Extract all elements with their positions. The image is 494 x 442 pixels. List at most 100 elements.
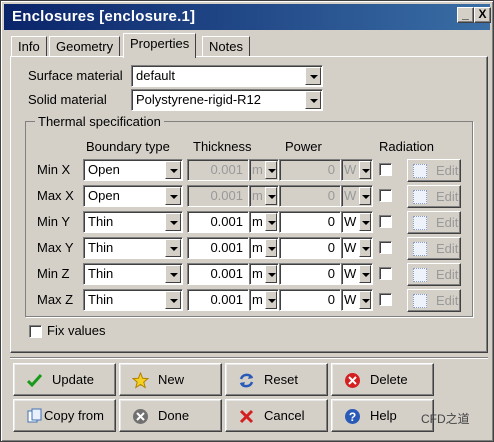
boundary-type-select[interactable]: Thin xyxy=(83,289,183,311)
power-input[interactable]: 0 xyxy=(279,159,341,181)
thickness-input[interactable]: 0.001 xyxy=(187,263,249,285)
tab-properties[interactable]: Properties xyxy=(123,33,197,58)
copy-from-button[interactable]: Copy from xyxy=(13,399,116,432)
solid-material-select[interactable]: Polystyrene-rigid-R12 xyxy=(131,89,323,111)
power-input[interactable]: 0 xyxy=(279,289,341,311)
chevron-down-icon xyxy=(265,213,277,231)
surface-material-select[interactable]: default xyxy=(131,65,323,87)
power-input[interactable]: 0 xyxy=(279,185,341,207)
radiation-checkbox[interactable] xyxy=(379,267,392,280)
thickness-input[interactable]: 0.001 xyxy=(187,289,249,311)
help-icon: ? xyxy=(345,409,360,424)
edit-icon xyxy=(413,190,427,204)
power-input[interactable]: 0 xyxy=(279,237,341,259)
tab-notes[interactable]: Notes xyxy=(202,36,250,57)
power-unit-select[interactable]: W xyxy=(341,211,373,233)
row-label: Min Y xyxy=(37,214,70,229)
edit-icon xyxy=(413,242,427,256)
thickness-input[interactable]: 0.001 xyxy=(187,185,249,207)
power-unit-select[interactable]: W xyxy=(341,237,373,259)
chevron-down-icon xyxy=(305,67,321,85)
radiation-edit-button[interactable]: Edit xyxy=(407,211,461,234)
thickness-input[interactable]: 0.001 xyxy=(187,159,249,181)
boundary-type-select[interactable]: Thin xyxy=(83,263,183,285)
thickness-input[interactable]: 0.001 xyxy=(187,237,249,259)
radiation-edit-button[interactable]: Edit xyxy=(407,237,461,260)
radiation-checkbox[interactable] xyxy=(379,241,392,254)
chevron-down-icon xyxy=(359,265,371,283)
chevron-down-icon xyxy=(165,161,181,179)
chevron-down-icon xyxy=(165,239,181,257)
chevron-down-icon xyxy=(359,187,371,205)
thickness-unit-select[interactable]: m xyxy=(249,211,279,233)
radiation-edit-button[interactable]: Edit xyxy=(407,263,461,286)
done-icon xyxy=(133,409,148,424)
star-icon xyxy=(132,372,149,389)
delete-icon xyxy=(345,373,360,388)
radiation-edit-button[interactable]: Edit xyxy=(407,185,461,208)
svg-text:?: ? xyxy=(349,410,356,424)
chevron-down-icon xyxy=(359,161,371,179)
thickness-input[interactable]: 0.001 xyxy=(187,211,249,233)
boundary-type-select[interactable]: Open xyxy=(83,185,183,207)
chevron-down-icon xyxy=(165,213,181,231)
radiation-checkbox[interactable] xyxy=(379,163,392,176)
divider xyxy=(10,357,488,359)
boundary-type-select[interactable]: Thin xyxy=(83,237,183,259)
radiation-checkbox[interactable] xyxy=(379,293,392,306)
checkmark-icon xyxy=(26,373,43,388)
radiation-header: Radiation xyxy=(379,139,434,154)
edit-icon xyxy=(413,294,427,308)
chevron-down-icon xyxy=(265,239,277,257)
power-input[interactable]: 0 xyxy=(279,211,341,233)
title-bar[interactable]: Enclosures [enclosure.1] xyxy=(4,4,490,30)
chevron-down-icon xyxy=(265,291,277,309)
thickness-unit-select[interactable]: m xyxy=(249,185,279,207)
power-unit-select[interactable]: W xyxy=(341,159,373,181)
thermal-specification-label: Thermal specification xyxy=(35,114,164,129)
power-unit-select[interactable]: W xyxy=(341,185,373,207)
tab-info[interactable]: Info xyxy=(11,36,47,57)
radiation-checkbox[interactable] xyxy=(379,189,392,202)
fix-values-label: Fix values xyxy=(47,323,106,338)
thickness-unit-select[interactable]: m xyxy=(249,263,279,285)
delete-button[interactable]: Delete xyxy=(331,363,434,396)
boundary-type-select[interactable]: Thin xyxy=(83,211,183,233)
chevron-down-icon xyxy=(165,265,181,283)
power-unit-select[interactable]: W xyxy=(341,263,373,285)
enclosures-window: Enclosures [enclosure.1] _ X Info Geomet… xyxy=(0,0,494,442)
row-label: Max Z xyxy=(37,292,74,307)
radiation-edit-button[interactable]: Edit xyxy=(407,159,461,182)
power-input[interactable]: 0 xyxy=(279,263,341,285)
reset-button[interactable]: Reset xyxy=(225,363,328,396)
edit-icon xyxy=(413,268,427,282)
chevron-down-icon xyxy=(359,291,371,309)
new-button[interactable]: New xyxy=(119,363,222,396)
row-label: Min Z xyxy=(37,266,70,281)
tab-geometry[interactable]: Geometry xyxy=(49,36,121,57)
cancel-button[interactable]: Cancel xyxy=(225,399,328,432)
boundary-type-select[interactable]: Open xyxy=(83,159,183,181)
power-unit-select[interactable]: W xyxy=(341,289,373,311)
row-label: Min X xyxy=(37,162,71,177)
chevron-down-icon xyxy=(305,91,321,109)
thickness-unit-select[interactable]: m xyxy=(249,289,279,311)
copy-icon xyxy=(27,408,42,423)
done-button[interactable]: Done xyxy=(119,399,222,432)
solid-material-label: Solid material xyxy=(28,92,107,107)
chevron-down-icon xyxy=(359,239,371,257)
close-button[interactable]: X xyxy=(474,7,491,23)
cancel-icon xyxy=(239,409,254,424)
radiation-checkbox[interactable] xyxy=(379,215,392,228)
fix-values-checkbox[interactable] xyxy=(29,325,42,338)
help-button[interactable]: ? Help xyxy=(331,399,434,432)
boundary-type-header: Boundary type xyxy=(86,139,170,154)
thickness-unit-select[interactable]: m xyxy=(249,237,279,259)
watermark: CFD之道 xyxy=(421,412,470,426)
chevron-down-icon xyxy=(359,213,371,231)
update-button[interactable]: Update xyxy=(13,363,116,396)
window-title: Enclosures [enclosure.1] xyxy=(12,8,196,25)
minimize-button[interactable]: _ xyxy=(457,7,474,23)
radiation-edit-button[interactable]: Edit xyxy=(407,289,461,312)
thickness-unit-select[interactable]: m xyxy=(249,159,279,181)
